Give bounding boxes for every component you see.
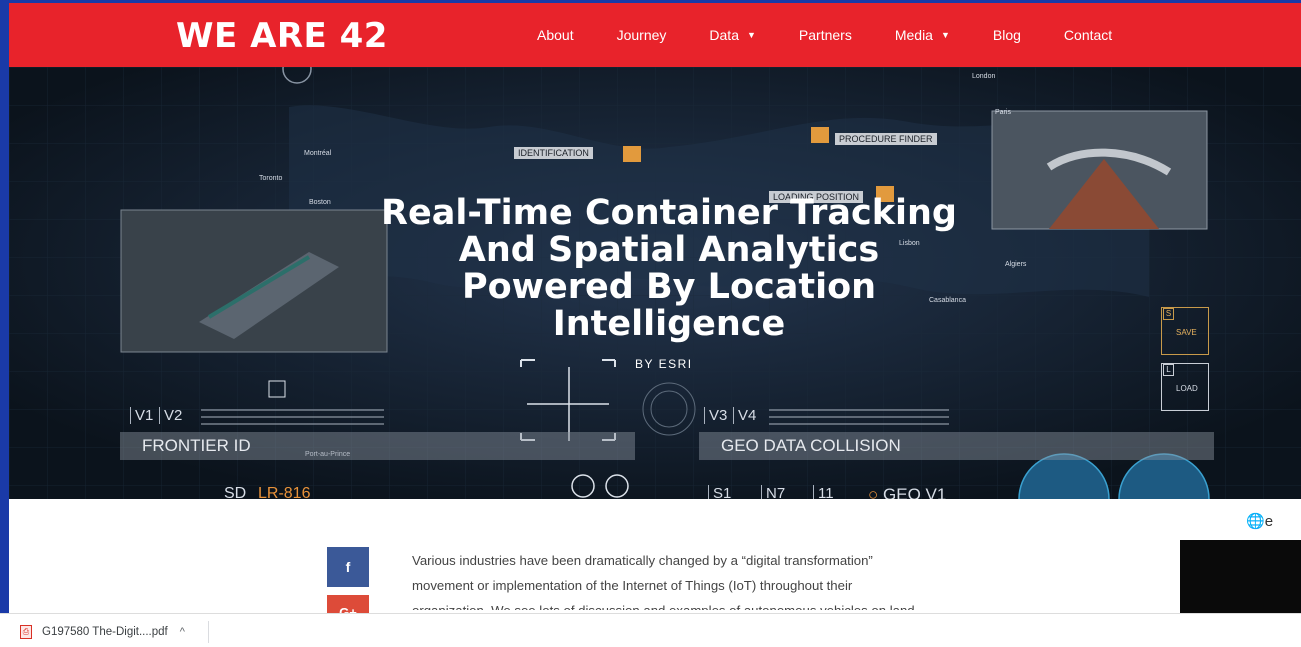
nav-media[interactable]: Media ▼ xyxy=(895,27,950,43)
hero-byline: BY ESRI xyxy=(635,357,693,371)
hud-load-box: L LOAD xyxy=(1161,363,1209,411)
download-shelf: ⎙ G197580 The-Digit....pdf ^ xyxy=(0,613,1301,647)
article-body: Various industries have been dramaticall… xyxy=(412,548,972,610)
hero-title: Real-Time Container Tracking And Spatial… xyxy=(381,193,957,344)
hud-s1-label: S1 xyxy=(708,485,731,499)
hud-v2-label: V2 xyxy=(159,407,182,424)
nav-blog[interactable]: Blog xyxy=(993,27,1021,43)
hud-identification-tag: IDENTIFICATION xyxy=(514,147,593,159)
pdf-icon: ⎙ xyxy=(20,625,32,639)
site-navbar: WE ARE 42 About Journey Data ▼ Partners M… xyxy=(9,3,1301,67)
article-paragraph-line: Various industries have been dramaticall… xyxy=(412,553,873,568)
nav-about[interactable]: About xyxy=(537,27,574,43)
article-paragraph-line: movement or implementation of the Intern… xyxy=(412,578,853,593)
map-label: Boston xyxy=(309,199,331,206)
map-label: Montréal xyxy=(304,150,332,157)
nav-contact[interactable]: Contact xyxy=(1064,27,1112,43)
map-label: Paris xyxy=(995,109,1011,116)
site-logo[interactable]: WE ARE 42 xyxy=(176,16,388,56)
article-paragraph-line: organization. We see lots of discussion … xyxy=(412,598,972,610)
hud-lr-code: LR-816 xyxy=(258,485,311,499)
hud-frontier-id-bar: FRONTIER ID xyxy=(120,432,635,460)
map-label: Toronto xyxy=(259,175,283,182)
map-label: London xyxy=(972,73,996,80)
hud-sd-label: SD xyxy=(224,485,247,499)
facebook-share-button[interactable]: f xyxy=(327,547,369,587)
browser-viewport: WE ARE 42 About Journey Data ▼ Partners M… xyxy=(9,3,1301,646)
nav-partners[interactable]: Partners xyxy=(799,27,852,43)
nav-data[interactable]: Data ▼ xyxy=(709,27,756,43)
caret-down-icon: ▼ xyxy=(746,30,756,40)
map-label: Algiers xyxy=(1005,261,1027,268)
download-file-name: G197580 The-Digit....pdf xyxy=(42,626,168,638)
download-item[interactable]: ⎙ G197580 The-Digit....pdf ^ xyxy=(20,621,209,643)
esri-logo: 🌐e xyxy=(1246,513,1274,530)
hud-v1-label: V1 xyxy=(130,407,153,424)
caret-down-icon: ▼ xyxy=(940,30,950,40)
hud-n7-label: N7 xyxy=(761,485,785,499)
globe-icon: 🌐 xyxy=(1246,513,1265,530)
nav-journey[interactable]: Journey xyxy=(617,27,667,43)
chevron-up-icon[interactable]: ^ xyxy=(180,626,185,638)
nav-links: About Journey Data ▼ Partners Media ▼ Blog… xyxy=(537,27,1155,43)
hud-save-box: S SAVE xyxy=(1161,307,1209,355)
facebook-icon: f xyxy=(345,559,351,575)
hud-procedure-finder-tag: PROCEDURE FINDER xyxy=(835,133,937,145)
hud-v4-label: V4 xyxy=(733,407,756,424)
hud-11-label: 11 xyxy=(813,485,834,499)
hud-geo-data-collision-bar: GEO DATA COLLISION xyxy=(699,432,1214,460)
hud-geo-v1-label: ○ GEO V1 xyxy=(868,485,947,499)
hero-banner: IDENTIFICATION PROCEDURE FINDER LOADING … xyxy=(9,67,1301,499)
hud-v3-label: V3 xyxy=(704,407,727,424)
